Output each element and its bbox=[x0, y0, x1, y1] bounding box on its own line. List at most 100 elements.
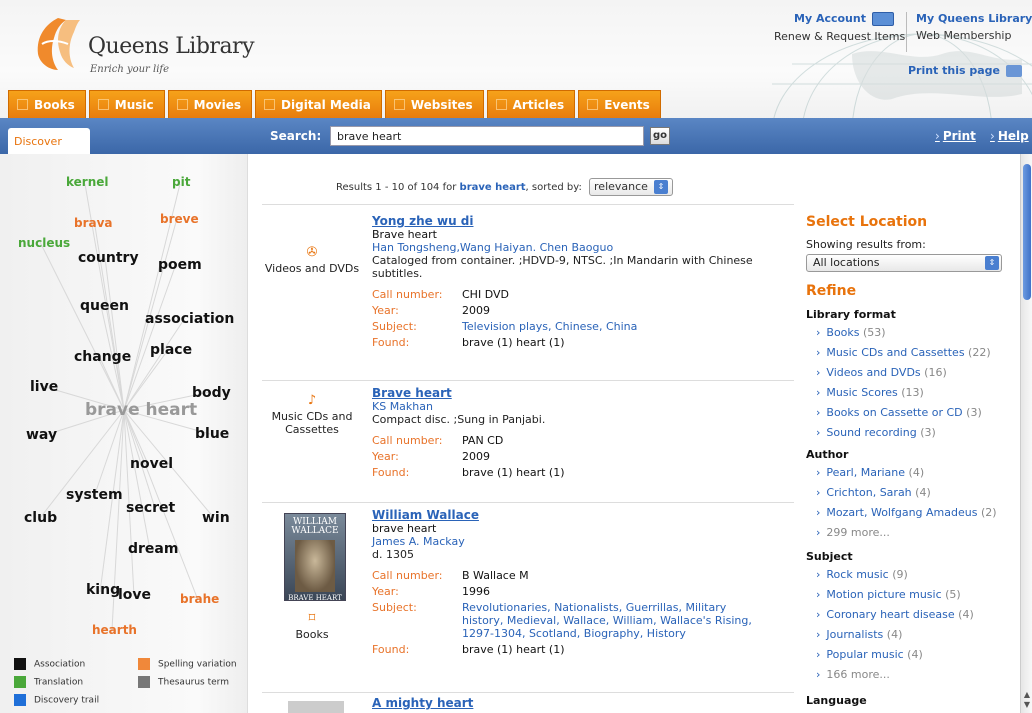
facet-author[interactable]: › Crichton, Sarah (4) bbox=[816, 486, 931, 499]
record-author[interactable]: Han Tongsheng,Wang Haiyan. Chen Baoguo bbox=[372, 241, 782, 254]
cloud-word-place[interactable]: place bbox=[150, 342, 192, 358]
print-link[interactable]: › Print bbox=[935, 129, 976, 143]
cloud-word-novel[interactable]: novel bbox=[130, 456, 173, 472]
call-number-value: CHI DVD bbox=[462, 288, 509, 301]
book-cover-image[interactable]: WILLIAM WALLACE BRAVE HEART bbox=[284, 513, 346, 602]
cloud-word-change[interactable]: change bbox=[74, 349, 131, 365]
record-author[interactable]: James A. Mackay bbox=[372, 535, 782, 548]
cloud-word-country[interactable]: country bbox=[78, 250, 139, 266]
logo-name[interactable]: Queens Library bbox=[88, 34, 255, 59]
record-title[interactable]: Brave heart bbox=[372, 387, 782, 400]
cloud-word-poem[interactable]: poem bbox=[158, 257, 202, 273]
result-record: WILLIAM WALLACE BRAVE HEART ⌑ Books Will… bbox=[262, 502, 794, 692]
cloud-word-secret[interactable]: secret bbox=[126, 500, 175, 516]
results-list: Results 1 - 10 of 104 for brave heart, s… bbox=[258, 154, 794, 713]
facet-author[interactable]: › Pearl, Mariane (4) bbox=[816, 466, 924, 479]
tab-digital-media[interactable]: Digital Media bbox=[255, 90, 382, 118]
cloud-word-way[interactable]: way bbox=[26, 427, 57, 443]
facet-count: (3) bbox=[966, 406, 982, 419]
account-divider bbox=[906, 12, 907, 52]
cloud-word-body[interactable]: body bbox=[192, 385, 231, 401]
cloud-word-love[interactable]: love bbox=[118, 587, 151, 603]
record-format: ✇ Videos and DVDs bbox=[262, 245, 362, 275]
facet-author-more[interactable]: › 299 more... bbox=[816, 526, 890, 539]
renew-request-link[interactable]: Renew & Request Items bbox=[774, 30, 905, 43]
location-select[interactable]: All locations ⇕ bbox=[806, 254, 1002, 272]
cloud-word-queen[interactable]: queen bbox=[80, 298, 129, 314]
subject-links[interactable]: Revolutionaries, Nationalists, Guerrilla… bbox=[462, 601, 752, 640]
facet-subject[interactable]: › Motion picture music (5) bbox=[816, 588, 961, 601]
my-account-label: My Account bbox=[794, 12, 866, 25]
vertical-scrollbar[interactable]: ▲ ▼ bbox=[1020, 154, 1032, 713]
cloud-word-kernel[interactable]: kernel bbox=[66, 175, 109, 189]
facet-subject[interactable]: › Popular music (4) bbox=[816, 648, 923, 661]
facet-books-on-cassette[interactable]: › Books on Cassette or CD (3) bbox=[816, 406, 982, 419]
tab-movies[interactable]: Movies bbox=[167, 90, 253, 118]
scrollbar-thumb[interactable] bbox=[1023, 164, 1031, 300]
call-number-value: B Wallace M bbox=[462, 569, 529, 582]
cloud-word-system[interactable]: system bbox=[66, 487, 123, 503]
cloud-word-win[interactable]: win bbox=[202, 510, 230, 526]
year-value: 2009 bbox=[462, 450, 490, 463]
sort-select[interactable]: relevance ⇕ bbox=[589, 178, 673, 196]
tab-discover[interactable]: Discover bbox=[8, 128, 90, 154]
facet-music-cds[interactable]: › Music CDs and Cassettes (22) bbox=[816, 346, 991, 359]
search-input[interactable] bbox=[330, 126, 644, 146]
record-description: Compact disc. ;Sung in Panjabi. bbox=[372, 413, 546, 426]
tab-websites[interactable]: Websites bbox=[384, 90, 484, 118]
queens-library-logo-icon[interactable] bbox=[28, 14, 82, 74]
record-details: Call number: CHI DVD Year: 2009 Subject: Te… bbox=[372, 288, 637, 352]
chevron-right-icon: › bbox=[816, 588, 821, 601]
chevron-right-icon: › bbox=[816, 326, 821, 339]
facet-videos-dvds[interactable]: › Videos and DVDs (16) bbox=[816, 366, 947, 379]
tab-music[interactable]: Music bbox=[88, 90, 165, 118]
cloud-word-pit[interactable]: pit bbox=[172, 175, 190, 189]
facet-subject[interactable]: › Coronary heart disease (4) bbox=[816, 608, 974, 621]
cloud-word-club[interactable]: club bbox=[24, 510, 57, 526]
web-membership-link[interactable]: Web Membership bbox=[916, 29, 1032, 42]
cloud-word-nucleus[interactable]: nucleus bbox=[18, 236, 70, 250]
record-title[interactable]: A mighty heart bbox=[372, 697, 782, 710]
book-cover-image[interactable] bbox=[288, 701, 344, 713]
record-title[interactable]: Yong zhe wu di bbox=[372, 215, 782, 228]
record-author[interactable]: KS Makhan bbox=[372, 400, 782, 413]
cloud-word-king[interactable]: king bbox=[86, 582, 120, 598]
my-account-link[interactable]: My Account bbox=[774, 12, 905, 26]
cloud-word-live[interactable]: live bbox=[30, 379, 58, 395]
chevron-right-icon: › bbox=[816, 506, 821, 519]
page: Queens Library Enrich your life My Accou… bbox=[0, 0, 1032, 713]
tab-events[interactable]: Events bbox=[578, 90, 661, 118]
my-queens-library-link[interactable]: My Queens Library bbox=[916, 12, 1032, 25]
cloud-word-brahe[interactable]: brahe bbox=[180, 592, 219, 606]
cloud-word-dream[interactable]: dream bbox=[128, 541, 178, 557]
tab-books[interactable]: Books bbox=[8, 90, 86, 118]
cloud-word-brava[interactable]: brava bbox=[74, 216, 113, 230]
cloud-word-hearth[interactable]: hearth bbox=[92, 623, 137, 637]
facet-subject[interactable]: › Rock music (9) bbox=[816, 568, 908, 581]
legend-label: Discovery trail bbox=[34, 695, 100, 706]
go-button[interactable]: go bbox=[650, 127, 670, 145]
record-format: ⌑ Books bbox=[262, 611, 362, 641]
scroll-down-arrow-icon[interactable]: ▼ bbox=[1023, 701, 1031, 709]
record-title[interactable]: William Wallace bbox=[372, 509, 782, 522]
facet-sound-recording[interactable]: › Sound recording (3) bbox=[816, 426, 936, 439]
facet-subject[interactable]: › Journalists (4) bbox=[816, 628, 902, 641]
cloud-word-breve[interactable]: breve bbox=[160, 212, 199, 226]
facet-subject-more[interactable]: › 166 more... bbox=[816, 668, 890, 681]
print-this-page-link[interactable]: Print this page bbox=[908, 64, 1022, 77]
facet-books[interactable]: › Books (53) bbox=[816, 326, 886, 339]
facet-music-scores[interactable]: › Music Scores (13) bbox=[816, 386, 924, 399]
select-arrows-icon: ⇕ bbox=[985, 256, 999, 270]
cloud-word-blue[interactable]: blue bbox=[195, 426, 229, 442]
record-body: Yong zhe wu di Brave heart Han Tongsheng… bbox=[372, 215, 782, 352]
scroll-up-arrow-icon[interactable]: ▲ bbox=[1023, 691, 1031, 699]
tab-articles[interactable]: Articles bbox=[486, 90, 576, 118]
call-number-label: Call number: bbox=[372, 288, 443, 301]
facet-author[interactable]: › Mozart, Wolfgang Amadeus (2) bbox=[816, 506, 997, 519]
music-note-icon bbox=[97, 99, 109, 110]
subject-links[interactable]: Television plays, Chinese, China bbox=[462, 320, 637, 333]
cloud-center-term[interactable]: brave heart bbox=[85, 400, 197, 420]
chevron-right-icon: › bbox=[816, 648, 821, 661]
cloud-word-association[interactable]: association bbox=[145, 311, 234, 327]
help-link[interactable]: › Help bbox=[990, 129, 1029, 143]
